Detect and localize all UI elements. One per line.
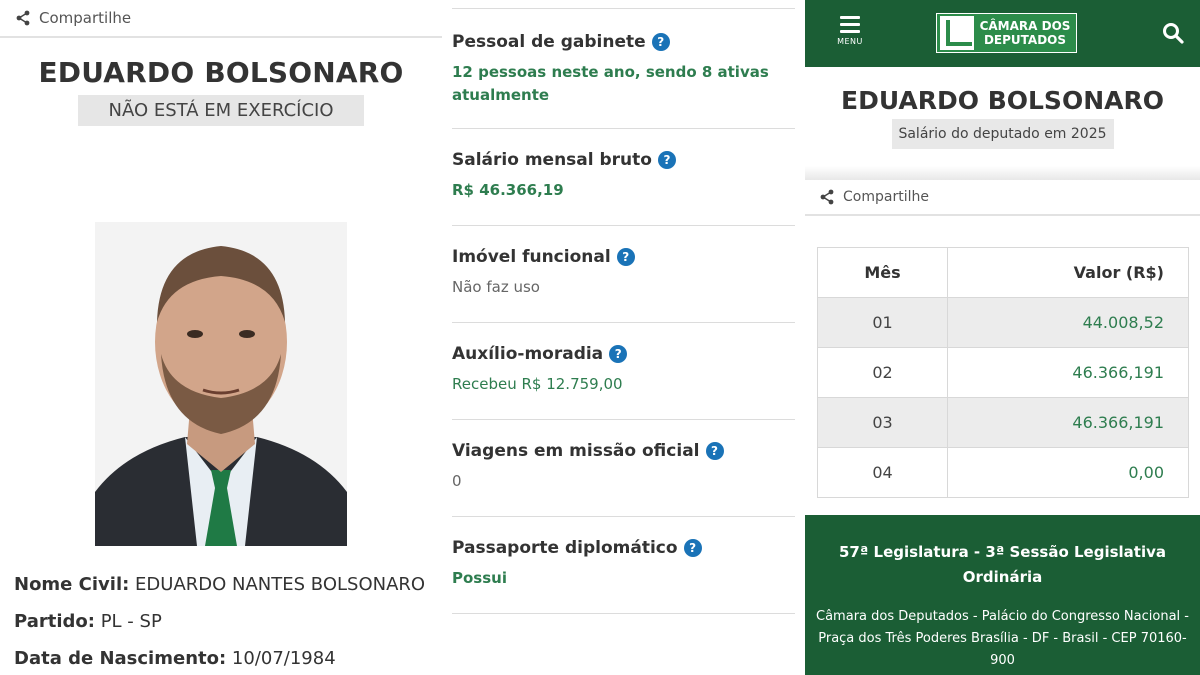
help-icon[interactable]: ?: [616, 248, 635, 266]
details-panel: Pessoal de gabinete? 12 pessoas neste an…: [442, 0, 805, 675]
salary-table: Mês Valor (R$) 01 44.008,52 02 46.366,19…: [817, 247, 1189, 498]
column-header-month: Mês: [817, 247, 948, 298]
help-icon[interactable]: ?: [705, 442, 724, 460]
section-value: Possui: [452, 569, 507, 587]
cell-month: 03: [817, 397, 948, 448]
table-row: 04 0,00: [817, 447, 1189, 498]
section-value: Não faz uso: [452, 278, 540, 296]
menu-icon: [831, 16, 869, 33]
share-bar[interactable]: Compartilhe: [0, 0, 442, 38]
help-icon[interactable]: ?: [683, 539, 702, 557]
profile-panel: Compartilhe EDUARDO BOLSONARO NÃO ESTÁ E…: [0, 0, 442, 675]
section-title: Viagens em missão oficial: [452, 441, 700, 461]
section-value: 0: [452, 472, 462, 490]
legislature-label: 57ª Legislatura - 3ª Sessão Legislativa …: [838, 543, 1166, 586]
section-value: 12 pessoas neste ano, sendo 8 ativas atu…: [452, 63, 769, 104]
info-value: EDUARDO NANTES BOLSONARO: [135, 574, 426, 595]
info-civil-name: Nome Civil: EDUARDO NANTES BOLSONARO: [14, 566, 425, 603]
salary-subtitle: Salário do deputado em 2025: [891, 119, 1114, 149]
info-value: PL - SP: [100, 611, 162, 632]
help-icon[interactable]: ?: [651, 33, 670, 51]
table-row: 01 44.008,52: [817, 297, 1189, 348]
camara-logo-mark: [940, 16, 974, 50]
share-label: Compartilhe: [843, 189, 929, 205]
info-label: Partido:: [14, 611, 95, 632]
share-icon: [16, 10, 30, 26]
section-housing-allowance: Auxílio-moradia? Recebeu R$ 12.759,00: [452, 344, 795, 420]
cell-month: 01: [817, 297, 948, 348]
menu-label: MENU: [837, 37, 863, 46]
logo-line: DEPUTADOS: [983, 33, 1067, 47]
section-diplomatic-passport: Passaporte diplomático? Possui: [452, 538, 795, 614]
footer-address: Câmara dos Deputados - Palácio do Congre…: [816, 609, 1189, 668]
section-title: Auxílio-moradia: [452, 344, 604, 364]
section-value: Recebeu R$ 12.759,00: [452, 375, 623, 393]
status-badge: NÃO ESTÁ EM EXERCÍCIO: [78, 95, 364, 126]
help-icon[interactable]: ?: [609, 345, 628, 363]
share-bar[interactable]: Compartilhe: [805, 180, 1200, 216]
section-value: R$ 46.366,19: [452, 181, 564, 199]
section-title: Salário mensal bruto: [452, 150, 652, 170]
column-header-value: Valor (R$): [947, 247, 1189, 298]
info-label: Nome Civil:: [14, 574, 130, 595]
share-label: Compartilhe: [39, 9, 132, 27]
salary-panel: MENU CÂMARA DOS DEPUTADOS EDUARDO BOLSON…: [805, 0, 1200, 675]
section-staff: Pessoal de gabinete? 12 pessoas neste an…: [452, 32, 795, 129]
section-official-trips: Viagens em missão oficial? 0: [452, 441, 795, 517]
info-birth-date: Data de Nascimento: 10/07/1984: [14, 640, 425, 675]
section-salary: Salário mensal bruto? R$ 46.366,19: [452, 150, 795, 226]
share-icon: [820, 189, 834, 205]
logo-line: CÂMARA DOS: [979, 19, 1071, 33]
camara-logo[interactable]: CÂMARA DOS DEPUTADOS: [936, 13, 1077, 53]
table-row: 03 46.366,191: [817, 397, 1189, 448]
deputy-photo: [95, 222, 347, 546]
table-row: 02 46.366,191: [817, 347, 1189, 398]
section-title: Pessoal de gabinete: [452, 32, 646, 52]
divider: [452, 8, 795, 9]
divider: [805, 166, 1200, 180]
search-icon[interactable]: [1162, 22, 1184, 44]
section-title: Imóvel funcional: [452, 247, 611, 267]
info-label: Data de Nascimento:: [14, 648, 227, 669]
deputy-name: EDUARDO BOLSONARO: [38, 56, 404, 89]
site-header: MENU CÂMARA DOS DEPUTADOS: [805, 0, 1200, 67]
cell-value: 0,00: [947, 447, 1189, 498]
info-party: Partido: PL - SP: [14, 603, 425, 640]
deputy-info: Nome Civil: EDUARDO NANTES BOLSONARO Par…: [14, 566, 425, 675]
menu-button[interactable]: MENU: [831, 16, 869, 46]
cell-value: 44.008,52: [947, 297, 1189, 348]
cell-value: 46.366,191: [947, 347, 1189, 398]
deputy-name: EDUARDO BOLSONARO: [841, 86, 1164, 115]
section-title: Passaporte diplomático: [452, 538, 678, 558]
cell-value: 46.366,191: [947, 397, 1189, 448]
section-housing: Imóvel funcional? Não faz uso: [452, 247, 795, 323]
camara-logo-text: CÂMARA DOS DEPUTADOS: [974, 19, 1076, 47]
table-header-row: Mês Valor (R$): [817, 247, 1189, 298]
site-footer: 57ª Legislatura - 3ª Sessão Legislativa …: [805, 515, 1200, 675]
cell-month: 04: [817, 447, 948, 498]
cell-month: 02: [817, 347, 948, 398]
help-icon[interactable]: ?: [657, 151, 676, 169]
info-value: 10/07/1984: [231, 648, 336, 669]
